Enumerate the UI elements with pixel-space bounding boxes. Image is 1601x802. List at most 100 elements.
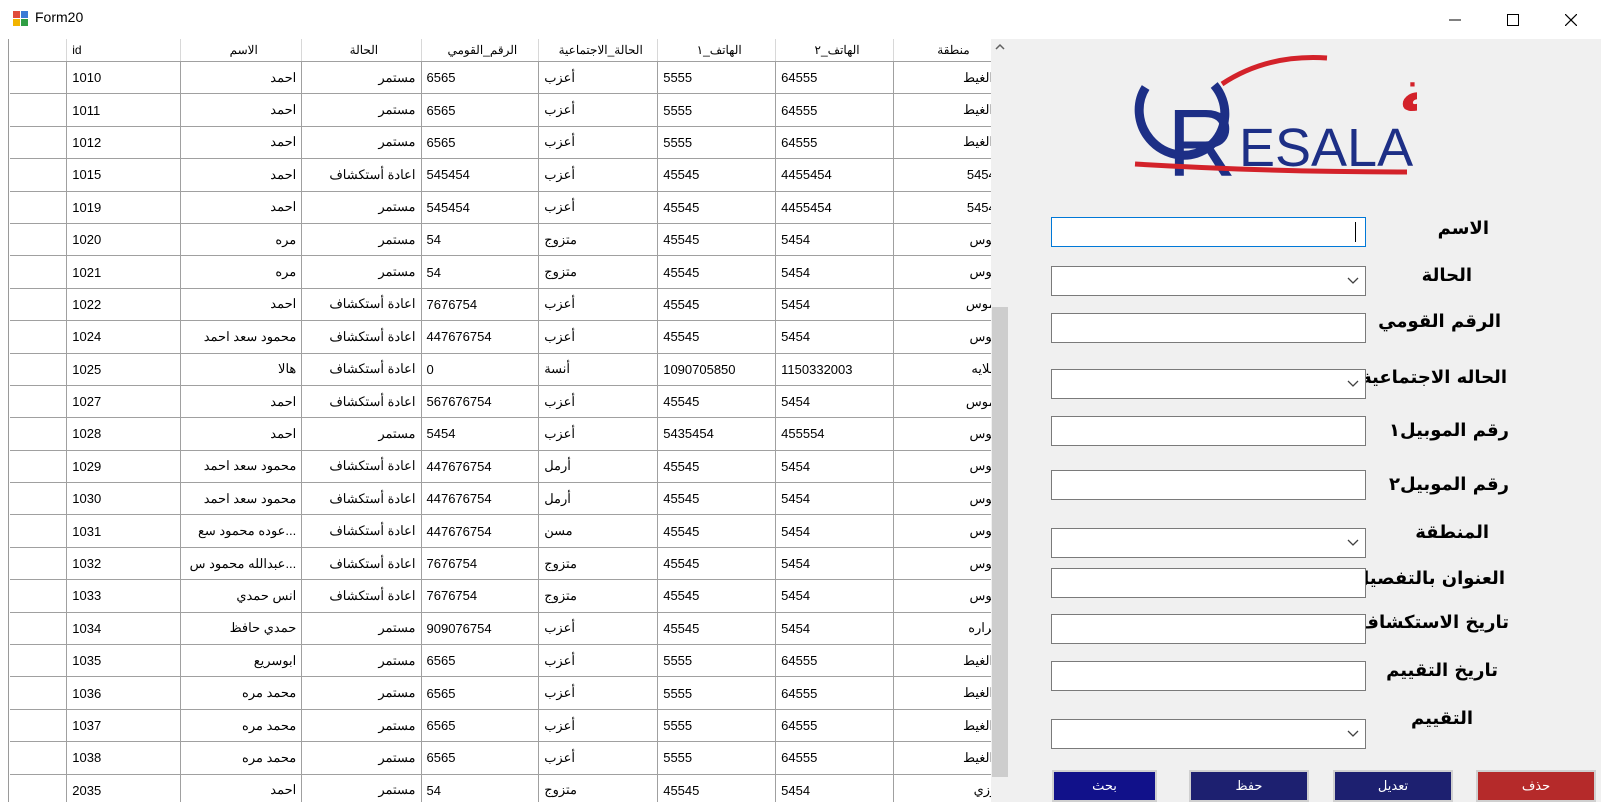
cell-phone1[interactable]: 45545 <box>657 288 777 322</box>
cell-status[interactable]: مستمر <box>301 191 422 224</box>
cell-status[interactable]: مستمر <box>301 417 422 451</box>
row-header[interactable] <box>10 191 68 224</box>
national-id-input[interactable] <box>1051 313 1366 343</box>
table-row[interactable]: 1031 ...عوده محمود سع اعادة أستكشاف 4476767… <box>10 514 1009 548</box>
cell-id[interactable]: 1035 <box>66 644 182 678</box>
cell-id[interactable]: 1037 <box>66 709 182 743</box>
cell-national-id[interactable]: 7676754 <box>421 579 540 613</box>
discovery-date-input[interactable] <box>1051 614 1366 644</box>
cell-national-id[interactable]: 447676754 <box>421 450 540 484</box>
cell-id[interactable]: 1011 <box>66 93 182 127</box>
cell-social-status[interactable]: مسن <box>538 514 659 548</box>
cell-phone2[interactable]: 5454 <box>775 612 894 646</box>
cell-social-status[interactable]: أعزب <box>538 385 659 419</box>
cell-status[interactable]: مستمر <box>301 709 422 743</box>
cell-id[interactable]: 1032 <box>66 547 182 581</box>
maximize-button[interactable] <box>1484 0 1542 39</box>
cell-social-status[interactable]: متزوج <box>538 774 659 802</box>
column-header-name[interactable]: الاسم <box>180 39 303 62</box>
cell-phone2[interactable]: 4455454 <box>775 191 894 224</box>
cell-phone2[interactable]: 5454 <box>775 450 894 484</box>
cell-name[interactable]: احمد <box>180 191 303 224</box>
column-header-status[interactable]: الحالة <box>301 39 422 62</box>
table-row[interactable]: 1010 احمد مستمر 6565 أعزب 5555 64555 و الغيط <box>10 61 1009 95</box>
mobile1-input[interactable] <box>1051 416 1366 446</box>
cell-phone1[interactable]: 45545 <box>657 774 777 802</box>
cell-phone1[interactable]: 5555 <box>657 93 777 127</box>
cell-social-status[interactable]: أعزب <box>538 320 659 354</box>
cell-id[interactable]: 1033 <box>66 579 182 613</box>
cell-id[interactable]: 1019 <box>66 191 182 224</box>
cell-name[interactable]: محمد مره <box>180 741 303 775</box>
cell-social-status[interactable]: أعزب <box>538 288 659 322</box>
row-header[interactable] <box>10 644 68 678</box>
cell-phone2[interactable]: 5454 <box>775 385 894 419</box>
grid-vertical-scrollbar[interactable] <box>991 39 1009 802</box>
row-header[interactable] <box>10 288 68 322</box>
cell-name[interactable]: ...عبدالله محمود س <box>180 547 303 581</box>
cell-name[interactable]: هالا <box>180 353 303 386</box>
cell-status[interactable]: مستمر <box>301 61 422 95</box>
cell-national-id[interactable]: 6565 <box>421 676 540 710</box>
cell-phone2[interactable]: 5454 <box>775 482 894 516</box>
cell-phone2[interactable]: 5454 <box>775 320 894 354</box>
cell-phone1[interactable]: 45545 <box>657 547 777 581</box>
table-row[interactable]: 1029 محمود سعد احمد اعادة أستكشاف 447676754… <box>10 450 1009 484</box>
cell-name[interactable]: ...عوده محمود سع <box>180 514 303 548</box>
cell-phone1[interactable]: 45545 <box>657 320 777 354</box>
cell-status[interactable]: مستمر <box>301 255 422 289</box>
cell-id[interactable]: 1024 <box>66 320 182 354</box>
cell-phone1[interactable]: 5555 <box>657 126 777 160</box>
row-header[interactable] <box>10 450 68 484</box>
cell-id[interactable]: 1020 <box>66 223 182 257</box>
cell-status[interactable]: اعادة أستكشاف <box>301 450 422 484</box>
cell-social-status[interactable]: أعزب <box>538 741 659 775</box>
cell-social-status[interactable]: متزوج <box>538 255 659 289</box>
cell-national-id[interactable]: 545454 <box>421 191 540 224</box>
table-row[interactable]: 1025 هالا اعادة أستكشاف 0 أنسة 1090705850 1150… <box>10 353 1009 386</box>
row-header[interactable] <box>10 61 68 95</box>
cell-phone1[interactable]: 1090705850 <box>657 353 777 386</box>
cell-id[interactable]: 2035 <box>66 774 182 802</box>
table-row[interactable]: 1035 ابوسريع مستمر 6565 أعزب 5555 64555 و الغيط <box>10 644 1009 678</box>
cell-status[interactable]: اعادة أستكشاف <box>301 288 422 322</box>
scroll-up-button[interactable] <box>991 39 1009 56</box>
cell-id[interactable]: 1022 <box>66 288 182 322</box>
row-header[interactable] <box>10 126 68 160</box>
cell-phone2[interactable]: 64555 <box>775 741 894 775</box>
cell-phone2[interactable]: 5454 <box>775 288 894 322</box>
cell-status[interactable]: اعادة أستكشاف <box>301 158 422 192</box>
cell-status[interactable]: اعادة أستكشاف <box>301 547 422 581</box>
status-select[interactable] <box>1051 266 1366 296</box>
cell-national-id[interactable]: 447676754 <box>421 514 540 548</box>
cell-id[interactable]: 1025 <box>66 353 182 386</box>
cell-status[interactable]: مستمر <box>301 741 422 775</box>
row-header[interactable] <box>10 676 68 710</box>
cell-status[interactable]: مستمر <box>301 644 422 678</box>
cell-name[interactable]: احمد <box>180 288 303 322</box>
cell-status[interactable]: مستمر <box>301 676 422 710</box>
cell-phone2[interactable]: 64555 <box>775 61 894 95</box>
cell-social-status[interactable]: أعزب <box>538 93 659 127</box>
cell-id[interactable]: 1010 <box>66 61 182 95</box>
cell-phone1[interactable]: 45545 <box>657 255 777 289</box>
cell-social-status[interactable]: أعزب <box>538 191 659 224</box>
row-header[interactable] <box>10 417 68 451</box>
cell-phone2[interactable]: 5454 <box>775 774 894 802</box>
cell-social-status[interactable]: أعزب <box>538 61 659 95</box>
minimize-button[interactable] <box>1426 0 1484 39</box>
data-grid[interactable]: id الاسم الحالة الرقم_القومي الحالة_الاج… <box>0 39 1009 802</box>
evaluation-date-input[interactable] <box>1051 661 1366 691</box>
cell-name[interactable]: محمد مره <box>180 676 303 710</box>
cell-phone2[interactable]: 64555 <box>775 676 894 710</box>
row-header[interactable] <box>10 353 68 386</box>
column-header-id[interactable]: id <box>66 39 182 62</box>
cell-national-id[interactable]: 545454 <box>421 158 540 192</box>
cell-status[interactable]: اعادة أستكشاف <box>301 385 422 419</box>
mobile2-input[interactable] <box>1051 470 1366 500</box>
row-header[interactable] <box>10 579 68 613</box>
cell-id[interactable]: 1027 <box>66 385 182 419</box>
address-input[interactable] <box>1051 568 1366 598</box>
evaluation-select[interactable] <box>1051 719 1366 749</box>
cell-phone2[interactable]: 64555 <box>775 93 894 127</box>
